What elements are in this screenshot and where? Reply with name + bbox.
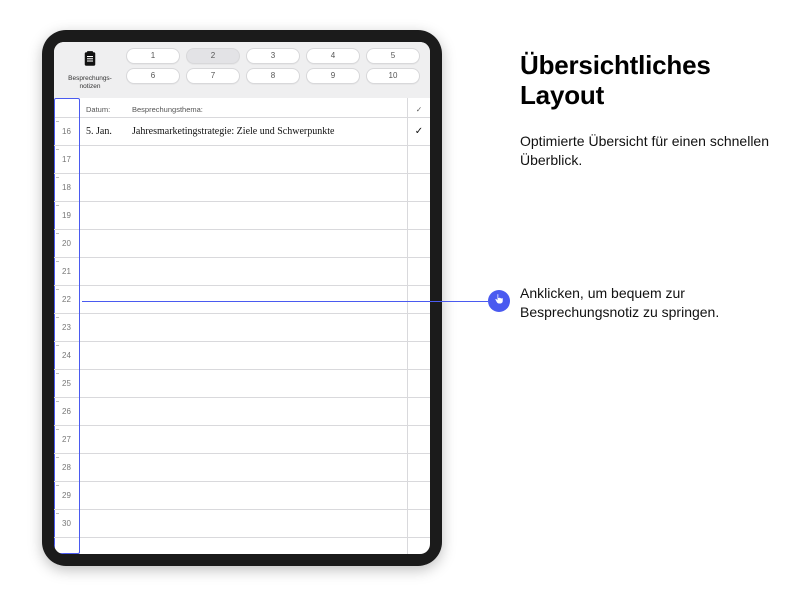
row-check-27[interactable]	[408, 426, 430, 454]
row-check-21[interactable]	[408, 258, 430, 286]
row-content-29[interactable]	[80, 482, 407, 510]
page-pill-9[interactable]: 9	[306, 68, 360, 84]
notes-icon-caption: Besprechungs- notizen	[68, 75, 112, 90]
row-number-17[interactable]: 17	[54, 146, 79, 174]
tablet-device: Besprechungs- notizen 12345678910 161718…	[42, 30, 442, 566]
tablet-screen: Besprechungs- notizen 12345678910 161718…	[54, 42, 430, 554]
row-content-23[interactable]	[80, 314, 407, 342]
row-number-column: 161718192021222324252627282930	[54, 98, 80, 554]
row-number-18[interactable]: 18	[54, 174, 79, 202]
content-column: Datum: Besprechungsthema: 5. Jan.Jahresm…	[80, 98, 407, 554]
row-content-30[interactable]	[80, 510, 407, 538]
row-content-28[interactable]	[80, 454, 407, 482]
row-check-24[interactable]	[408, 342, 430, 370]
callout-pointer-badge	[488, 290, 510, 312]
page-pill-6[interactable]: 6	[126, 68, 180, 84]
page-pill-8[interactable]: 8	[246, 68, 300, 84]
page-pill-2[interactable]: 2	[186, 48, 240, 64]
row-number-27[interactable]: 27	[54, 426, 79, 454]
row-check-23[interactable]	[408, 314, 430, 342]
row-check-16[interactable]: ✓	[408, 118, 430, 146]
page-pill-4[interactable]: 4	[306, 48, 360, 64]
page-pill-grid: 12345 6789 10	[126, 48, 420, 84]
row-number-28[interactable]: 28	[54, 454, 79, 482]
row-number-19[interactable]: 19	[54, 202, 79, 230]
content-header: Datum: Besprechungsthema:	[80, 98, 407, 118]
row-number-26[interactable]: 26	[54, 398, 79, 426]
pointer-icon	[493, 292, 505, 310]
header-topic: Besprechungsthema:	[132, 105, 407, 114]
row-number-29[interactable]: 29	[54, 482, 79, 510]
row-content-27[interactable]	[80, 426, 407, 454]
page-pill-10[interactable]: 10	[366, 68, 420, 84]
app-toolbar: Besprechungs- notizen 12345 6789 10	[54, 42, 430, 98]
row-check-18[interactable]	[408, 174, 430, 202]
row-check-22[interactable]	[408, 286, 430, 314]
row-number-header	[54, 98, 79, 118]
row-content-21[interactable]	[80, 258, 407, 286]
row-content-19[interactable]	[80, 202, 407, 230]
row-topic: Jahresmarketingstrategie: Ziele und Schw…	[132, 126, 407, 137]
row-check-25[interactable]	[408, 370, 430, 398]
row-number-22[interactable]: 22	[54, 286, 79, 314]
jump-note: Anklicken, um bequem zur Besprechungsnot…	[520, 284, 770, 322]
subtitle: Optimierte Übersicht für einen schnellen…	[520, 132, 770, 170]
notes-table: 161718192021222324252627282930 Datum: Be…	[54, 98, 430, 554]
row-content-17[interactable]	[80, 146, 407, 174]
page-pill-1[interactable]: 1	[126, 48, 180, 64]
row-number-24[interactable]: 24	[54, 342, 79, 370]
page-pill-7[interactable]: 7	[186, 68, 240, 84]
clipboard-icon	[81, 50, 99, 73]
page-pill-5[interactable]: 5	[366, 48, 420, 64]
row-content-20[interactable]	[80, 230, 407, 258]
header-check: ✓	[408, 98, 430, 118]
marketing-copy: Übersichtliches Layout Optimierte Übersi…	[520, 50, 770, 186]
row-check-17[interactable]	[408, 146, 430, 174]
row-content-24[interactable]	[80, 342, 407, 370]
row-number-20[interactable]: 20	[54, 230, 79, 258]
row-number-25[interactable]: 25	[54, 370, 79, 398]
row-check-29[interactable]	[408, 482, 430, 510]
header-date: Datum:	[80, 105, 132, 114]
row-content-16[interactable]: 5. Jan.Jahresmarketingstrategie: Ziele u…	[80, 118, 407, 146]
row-date: 5. Jan.	[80, 126, 132, 137]
row-content-26[interactable]	[80, 398, 407, 426]
row-check-30[interactable]	[408, 510, 430, 538]
row-number-16[interactable]: 16	[54, 118, 79, 146]
row-check-26[interactable]	[408, 398, 430, 426]
page-pill-3[interactable]: 3	[246, 48, 300, 64]
check-column: ✓ ✓	[407, 98, 430, 554]
row-number-21[interactable]: 21	[54, 258, 79, 286]
row-check-20[interactable]	[408, 230, 430, 258]
row-content-25[interactable]	[80, 370, 407, 398]
headline: Übersichtliches Layout	[520, 50, 770, 110]
row-check-28[interactable]	[408, 454, 430, 482]
notes-icon-button[interactable]: Besprechungs- notizen	[64, 48, 116, 90]
row-number-30[interactable]: 30	[54, 510, 79, 538]
row-content-22[interactable]	[80, 286, 407, 314]
row-number-23[interactable]: 23	[54, 314, 79, 342]
row-check-19[interactable]	[408, 202, 430, 230]
row-content-18[interactable]	[80, 174, 407, 202]
